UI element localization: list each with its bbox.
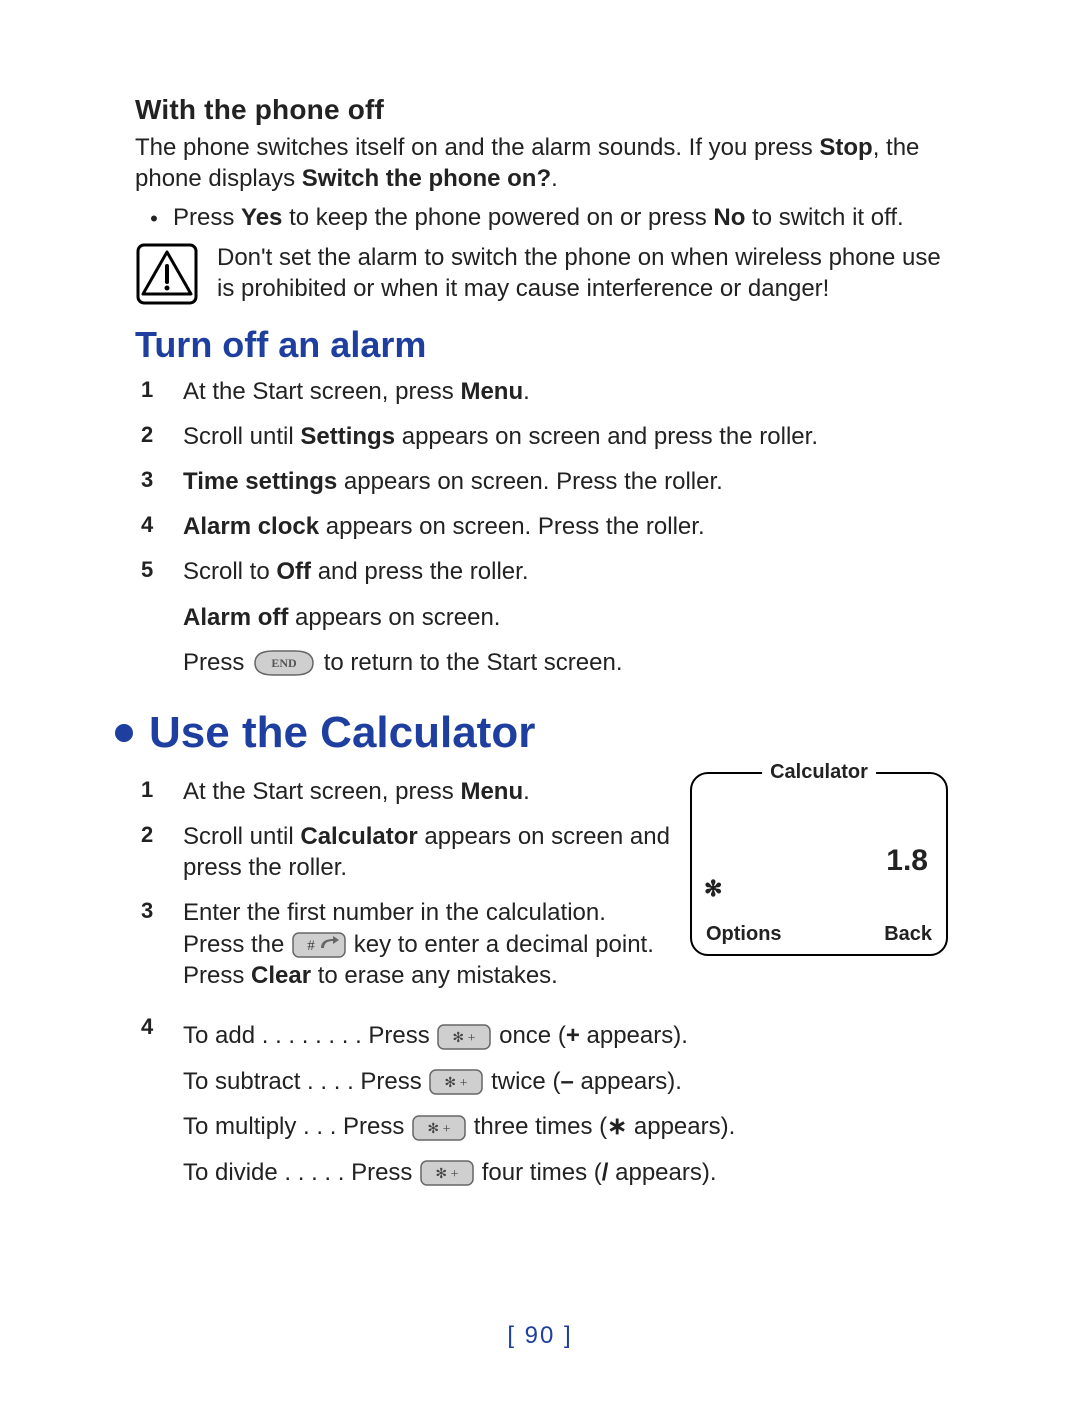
text: appears).	[574, 1068, 682, 1095]
text: three times (	[474, 1113, 607, 1140]
heading-use-calculator-row: Use the Calculator	[115, 708, 950, 758]
svg-text:#: #	[307, 938, 315, 954]
screen-value: 1.8	[886, 844, 928, 878]
step-item: Alarm clock appears on screen. Press the…	[135, 511, 950, 542]
text-bold: Settings	[300, 423, 395, 450]
text: appears on screen. Press the roller.	[337, 468, 723, 495]
text-bold: +	[566, 1022, 580, 1049]
bullet-icon: •	[135, 202, 173, 232]
svg-text:✻ +: ✻ +	[453, 1031, 476, 1046]
step-item: Scroll until Calculator appears on scree…	[135, 821, 672, 883]
svg-text:✻ +: ✻ +	[436, 1167, 459, 1182]
phone-off-intro: The phone switches itself on and the ala…	[135, 132, 950, 194]
text-bold: Menu	[460, 778, 523, 805]
text: appears on screen and press the roller.	[395, 423, 818, 450]
text: twice (	[491, 1068, 560, 1095]
text-bold: Stop	[819, 134, 872, 161]
step-item: Enter the first number in the calculatio…	[135, 897, 672, 991]
text: To multiply . . . Press	[183, 1113, 411, 1140]
text-bold: ∗	[607, 1113, 627, 1140]
heading-use-calculator: Use the Calculator	[149, 708, 535, 758]
subheading-phone-off: With the phone off	[135, 94, 950, 126]
text-bold: Clear	[251, 962, 311, 989]
text: To divide . . . . . Press	[183, 1159, 419, 1186]
text: Press	[183, 649, 251, 676]
warning-block: Don't set the alarm to switch the phone …	[135, 242, 950, 306]
text: Press	[173, 204, 241, 231]
text: At the Start screen, press	[183, 778, 460, 805]
text-bold: Calculator	[300, 823, 417, 850]
text: At the Start screen, press	[183, 378, 460, 405]
text: .	[523, 778, 530, 805]
star-plus-key-icon: ✻ +	[428, 1068, 484, 1096]
text: Press the	[183, 931, 291, 958]
text: appears on screen. Press the roller.	[319, 513, 705, 540]
hash-key-icon: #	[291, 931, 347, 959]
text-bold: Alarm off	[183, 604, 288, 631]
screen-back-label: Back	[884, 923, 932, 946]
step-item: Time settings appears on screen. Press t…	[135, 466, 950, 497]
text: appears).	[608, 1159, 716, 1186]
text: .	[551, 165, 558, 192]
step-item: Scroll to Off and press the roller. Alar…	[135, 556, 950, 678]
text-bold: Menu	[460, 378, 523, 405]
star-plus-key-icon: ✻ +	[436, 1023, 492, 1051]
text: appears).	[627, 1113, 735, 1140]
text: to return to the Start screen.	[324, 649, 623, 676]
svg-text:✻ +: ✻ +	[427, 1122, 450, 1137]
text: The phone switches itself on and the ala…	[135, 134, 819, 161]
text: to switch it off.	[745, 204, 903, 231]
svg-text:END: END	[271, 656, 297, 670]
text: appears).	[580, 1022, 688, 1049]
calculator-screen: Calculator 1.8 ✻ Options Back	[690, 772, 950, 956]
screen-title: Calculator	[762, 761, 876, 784]
text-bold: Off	[276, 558, 311, 585]
steps-calculator-cont: To add . . . . . . . . Press ✻ + once (+…	[135, 1013, 950, 1195]
text: appears on screen.	[288, 604, 500, 631]
page-number: [ 90 ]	[0, 1322, 1080, 1350]
bullet-item: • Press Yes to keep the phone powered on…	[135, 202, 950, 233]
text-bold: –	[560, 1068, 573, 1095]
text: Scroll until	[183, 823, 300, 850]
svg-text:✻ +: ✻ +	[445, 1076, 468, 1091]
text-bold: No	[713, 204, 745, 231]
screen-star-icon: ✻	[704, 876, 722, 902]
text: Scroll to	[183, 558, 276, 585]
warning-icon	[135, 242, 199, 306]
text: once (	[499, 1022, 566, 1049]
text: to keep the phone powered on or press	[282, 204, 713, 231]
steps-turn-off: At the Start screen, press Menu. Scroll …	[135, 376, 950, 678]
end-key-icon: END	[251, 649, 317, 677]
text-bold: Yes	[241, 204, 282, 231]
text: Scroll until	[183, 423, 300, 450]
text-bold: Time settings	[183, 468, 337, 495]
text: .	[523, 378, 530, 405]
step-item: At the Start screen, press Menu.	[135, 776, 672, 807]
step-item: Scroll until Settings appears on screen …	[135, 421, 950, 452]
text: and press the roller.	[311, 558, 528, 585]
star-plus-key-icon: ✻ +	[411, 1114, 467, 1142]
warning-text: Don't set the alarm to switch the phone …	[217, 242, 950, 304]
star-plus-key-icon: ✻ +	[419, 1159, 475, 1187]
text: to erase any mistakes.	[311, 962, 558, 989]
text-bold: Switch the phone on?	[302, 165, 551, 192]
text: To subtract . . . . Press	[183, 1068, 428, 1095]
manual-page: With the phone off The phone switches it…	[0, 0, 1080, 1412]
text: Enter the first number in the calculatio…	[183, 899, 606, 926]
text-bold: Alarm clock	[183, 513, 319, 540]
step-item: At the Start screen, press Menu.	[135, 376, 950, 407]
step-item: To add . . . . . . . . Press ✻ + once (+…	[135, 1013, 950, 1195]
screen-options-label: Options	[706, 923, 782, 946]
text: To add . . . . . . . . Press	[183, 1022, 436, 1049]
text: four times (	[482, 1159, 602, 1186]
heading-turn-off-alarm: Turn off an alarm	[135, 324, 950, 366]
bullet-icon	[115, 724, 133, 742]
steps-calculator: At the Start screen, press Menu. Scroll …	[135, 776, 672, 991]
